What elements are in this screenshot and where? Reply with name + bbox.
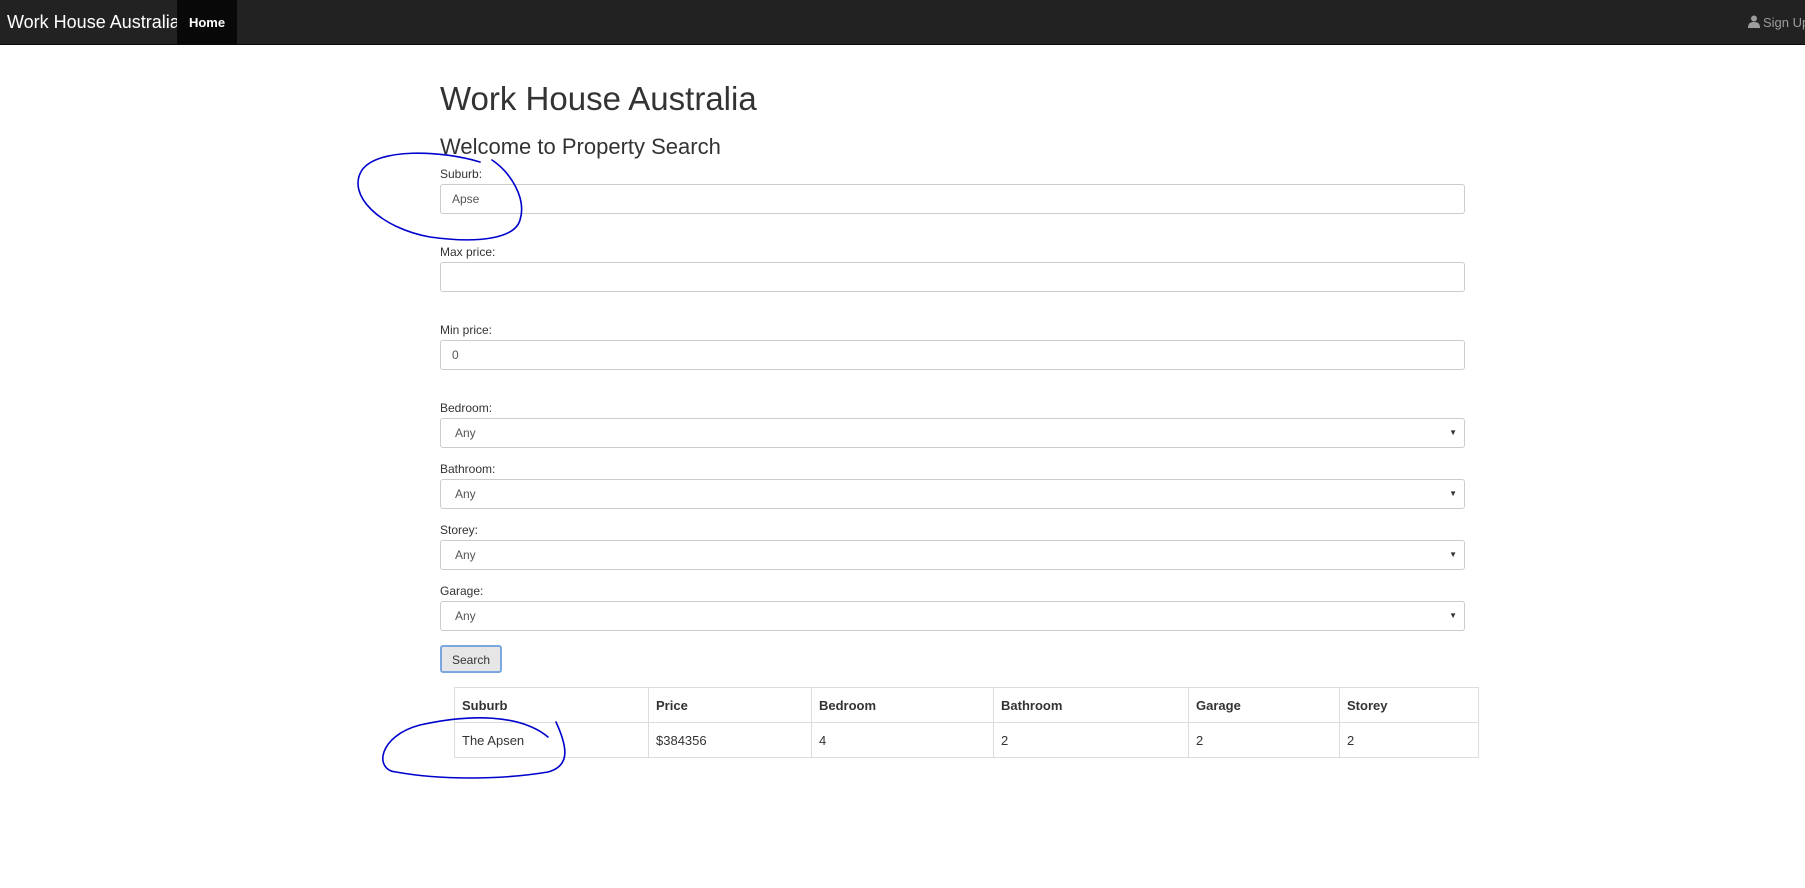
page-subtitle: Welcome to Property Search (440, 134, 721, 159)
column-header-bedroom: Bedroom (811, 687, 994, 723)
cell-bathroom: 2 (993, 722, 1189, 758)
caret-down-icon: ▼ (1449, 428, 1457, 437)
page-title: Work House Australia (440, 80, 757, 117)
min-price-input[interactable] (440, 340, 1465, 370)
bathroom-selected: Any (455, 487, 476, 501)
cell-storey: 2 (1339, 722, 1479, 758)
user-icon (1748, 15, 1760, 28)
table-row: The Apsen $384356 4 2 2 2 (454, 722, 1479, 758)
table-header-row: Suburb Price Bedroom Bathroom Garage Sto… (454, 687, 1479, 723)
results-table: Suburb Price Bedroom Bathroom Garage Sto… (454, 687, 1479, 758)
storey-select[interactable]: Any ▼ (440, 540, 1465, 570)
storey-label: Storey: (440, 523, 479, 537)
column-header-bathroom: Bathroom (993, 687, 1189, 723)
suburb-label: Suburb: (440, 167, 483, 181)
cell-suburb: The Apsen (454, 722, 649, 758)
storey-selected: Any (455, 548, 476, 562)
garage-select[interactable]: Any ▼ (440, 601, 1465, 631)
cell-garage: 2 (1188, 722, 1340, 758)
bathroom-select[interactable]: Any ▼ (440, 479, 1465, 509)
search-button[interactable]: Search (440, 645, 502, 673)
caret-down-icon: ▼ (1449, 611, 1457, 620)
bedroom-label: Bedroom: (440, 401, 493, 415)
signup-label: Sign Up (1763, 15, 1805, 30)
navbar: Work House Australia Home Sign Up (0, 0, 1805, 45)
cell-bedroom: 4 (811, 722, 994, 758)
caret-down-icon: ▼ (1449, 550, 1457, 559)
caret-down-icon: ▼ (1449, 489, 1457, 498)
min-price-label: Min price: (440, 323, 493, 337)
nav-home-link[interactable]: Home (177, 0, 237, 45)
bathroom-label: Bathroom: (440, 462, 496, 476)
column-header-garage: Garage (1188, 687, 1340, 723)
suburb-input[interactable] (440, 184, 1465, 214)
garage-selected: Any (455, 609, 476, 623)
column-header-price: Price (648, 687, 812, 723)
garage-label: Garage: (440, 584, 484, 598)
brand-link[interactable]: Work House Australia (7, 0, 180, 45)
max-price-label: Max price: (440, 245, 496, 259)
signup-link[interactable]: Sign Up (1748, 0, 1805, 45)
bedroom-select[interactable]: Any ▼ (440, 418, 1465, 448)
max-price-input[interactable] (440, 262, 1465, 292)
column-header-storey: Storey (1339, 687, 1479, 723)
bedroom-selected: Any (455, 426, 476, 440)
cell-price: $384356 (648, 722, 812, 758)
column-header-suburb: Suburb (454, 687, 649, 723)
